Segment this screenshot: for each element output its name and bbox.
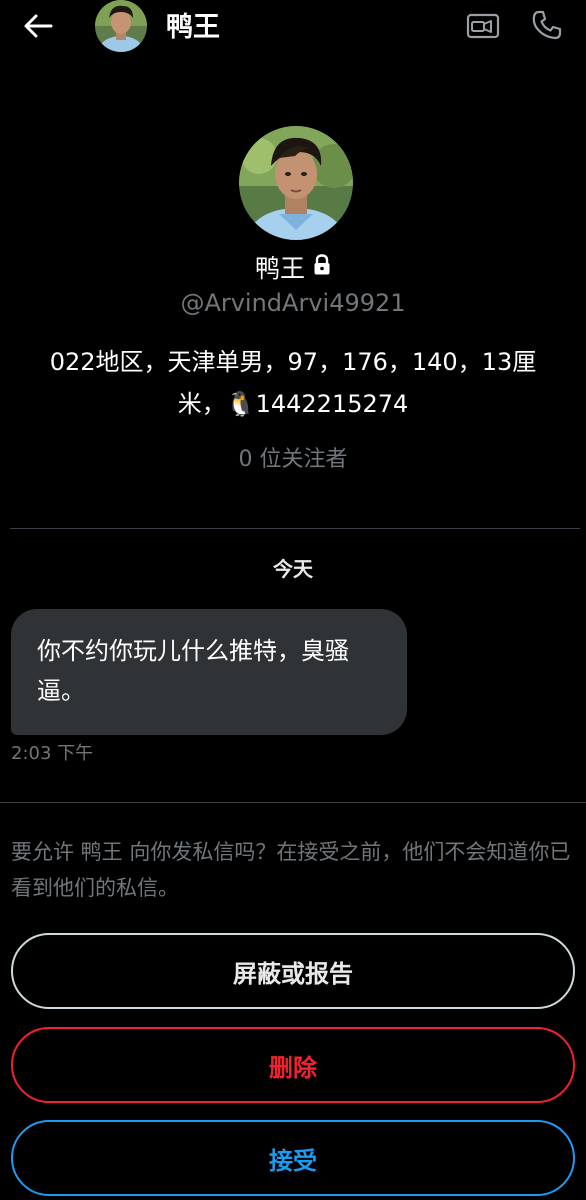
message-line-1: 你不约你玩儿什么推特，臭骚: [37, 637, 349, 665]
phone-icon: [532, 10, 562, 40]
profile-handle: @ArvindArvi49921: [180, 289, 406, 317]
profile-name-row: 鸭王: [0, 252, 586, 286]
bio-line-2-suffix: 1442215274: [255, 390, 409, 418]
header-name: 鸭王: [166, 12, 220, 43]
message-request-prompt: 要允许 鸭王 向你发私信吗？在接受之前，他们不会知道你已看到他们的私信。: [11, 840, 571, 900]
message-timestamp: 2:03 下午: [11, 743, 94, 764]
voice-call-button[interactable]: [528, 6, 566, 44]
profile-avatar-image: [239, 126, 353, 240]
header-avatar[interactable]: [95, 0, 147, 52]
divider: [0, 802, 586, 803]
arrow-left-icon: [24, 14, 53, 38]
followers-count[interactable]: 0 位关注者: [0, 444, 586, 476]
top-bar: 鸭王: [0, 0, 586, 54]
bio-line-1: 022地区，天津单男，97，176，140，13厘: [49, 348, 537, 376]
date-separator: 今天: [273, 557, 313, 581]
accept-button[interactable]: 接受: [11, 1120, 575, 1196]
penguin-emoji: 🐧: [225, 390, 256, 418]
profile-bio: 022地区，天津单男，97，176，140，13厘 米，🐧1442215274: [20, 341, 566, 425]
bio-line-2: 米，🐧1442215274: [20, 383, 566, 425]
video-camera-icon: [466, 13, 500, 39]
back-button[interactable]: [18, 8, 58, 44]
video-call-button[interactable]: [464, 8, 502, 44]
message-line-2: 逼。: [37, 677, 85, 705]
delete-button[interactable]: 删除: [11, 1027, 575, 1103]
bio-line-2-prefix: 米，: [177, 390, 226, 418]
avatar-image: [95, 0, 147, 52]
divider: [10, 528, 580, 529]
lock-icon: [313, 251, 331, 285]
block-or-report-button[interactable]: 屏蔽或报告: [11, 933, 575, 1009]
profile-avatar[interactable]: [239, 126, 353, 240]
profile-name: 鸭王: [254, 254, 305, 283]
message-bubble[interactable]: 你不约你玩儿什么推特，臭骚 逼。: [11, 609, 407, 735]
